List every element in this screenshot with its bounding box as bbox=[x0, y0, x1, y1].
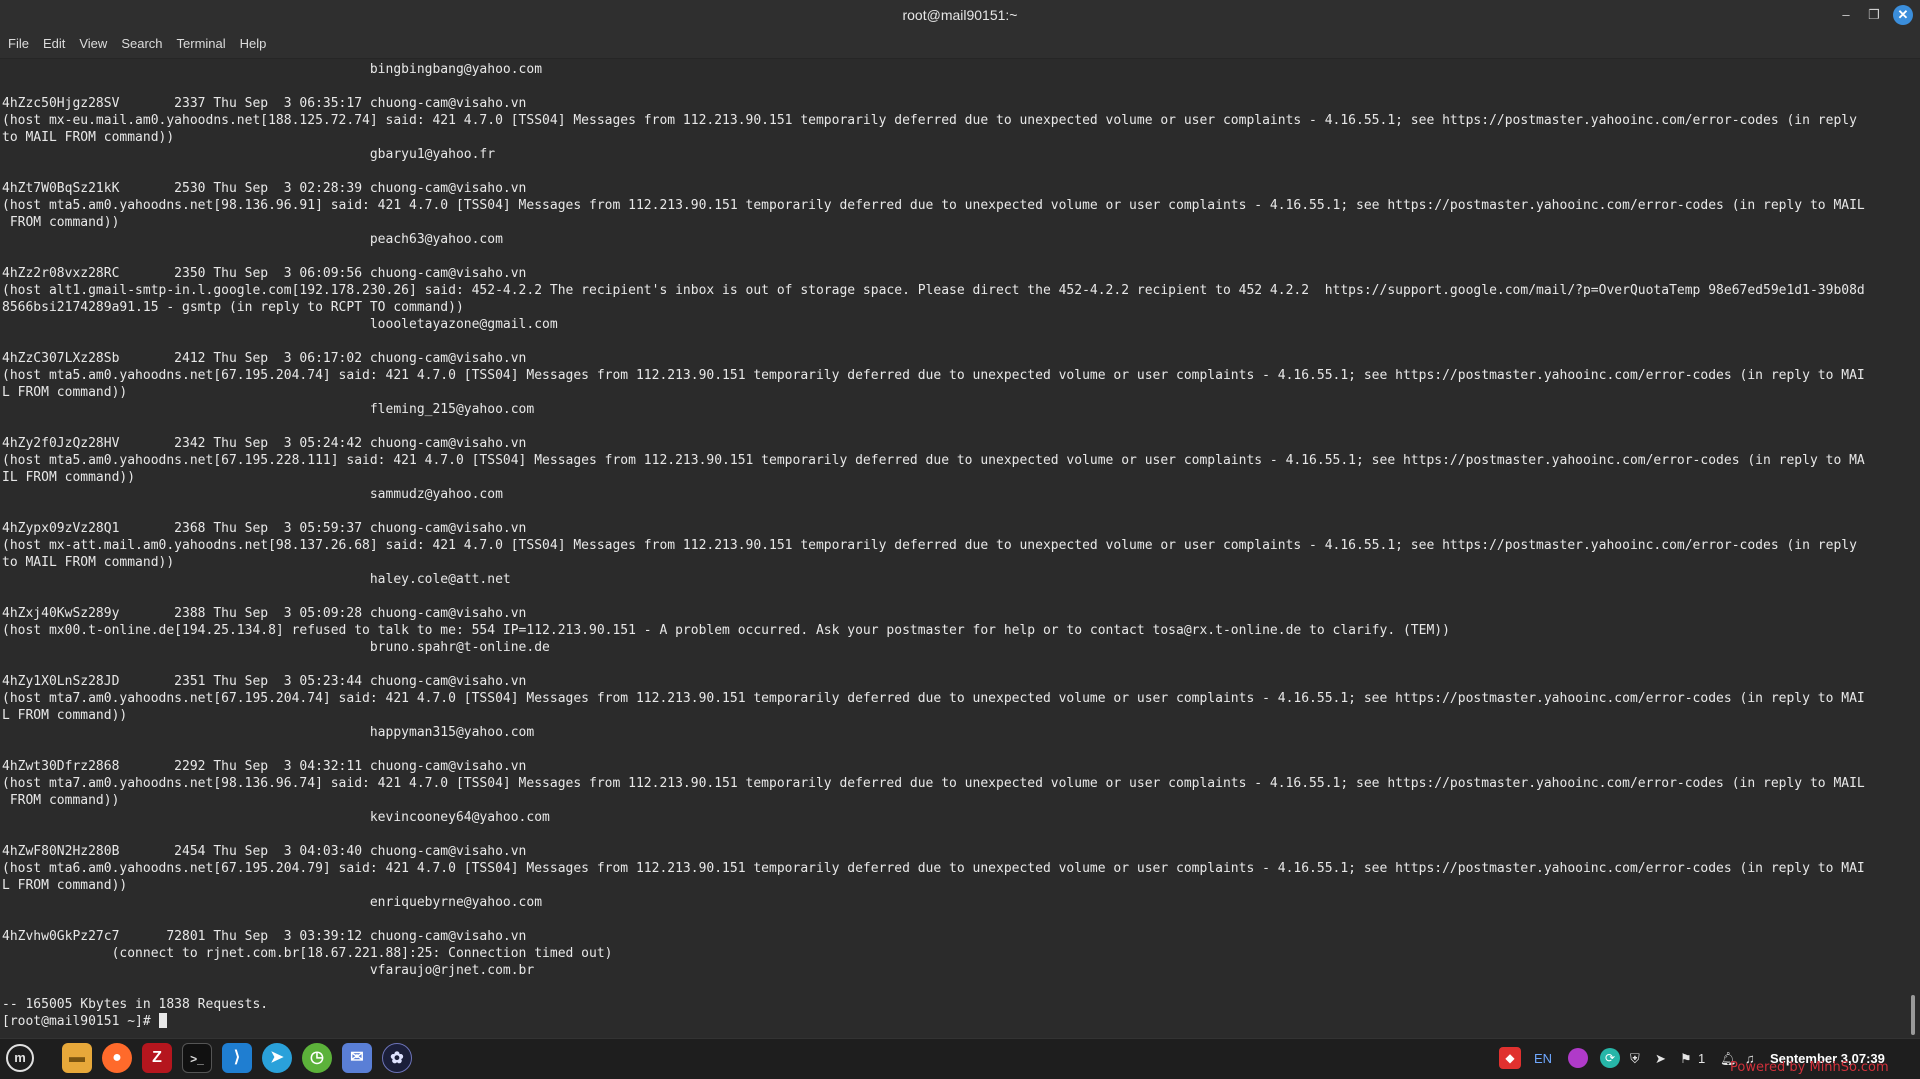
terminal-line: (host mta6.am0.yahoodns.net[67.195.204.7… bbox=[2, 861, 1865, 876]
terminal-lines: bingbingbang@yahoo.com 4hZzc50Hjgz28SV 23… bbox=[2, 61, 1865, 1030]
terminal-line: 8566bsi2174289a91.15 - gsmtp (in reply t… bbox=[2, 300, 464, 315]
terminal-line: (host mta7.am0.yahoodns.net[67.195.204.7… bbox=[2, 691, 1865, 706]
terminal-line: haley.cole@att.net bbox=[2, 572, 511, 587]
prompt-line[interactable]: [root@mail90151 ~]# bbox=[2, 1013, 1865, 1030]
chatgpt-icon[interactable]: ✿ bbox=[382, 1043, 412, 1073]
terminal-line: (host mta5.am0.yahoodns.net[67.195.228.1… bbox=[2, 453, 1865, 468]
terminal-line: bruno.spahr@t-online.de bbox=[2, 640, 550, 655]
terminal-line: 4hZxj40KwSz289y 2388 Thu Sep 3 05:09:28 … bbox=[2, 606, 527, 621]
terminal-line: (host mta5.am0.yahoodns.net[67.195.204.7… bbox=[2, 368, 1865, 383]
close-button[interactable]: ✕ bbox=[1893, 5, 1913, 25]
terminal-line: 4hZzC307LXz28Sb 2412 Thu Sep 3 06:17:02 … bbox=[2, 351, 527, 366]
terminal-line: to MAIL FROM command)) bbox=[2, 555, 175, 570]
menu-file[interactable]: File bbox=[1, 30, 36, 58]
terminal-icon[interactable]: >_ bbox=[182, 1043, 212, 1073]
terminal-line: enriquebyrne@yahoo.com bbox=[2, 895, 543, 910]
minimize-button[interactable]: – bbox=[1836, 5, 1856, 25]
network-icon[interactable]: ⚑ bbox=[1680, 1051, 1692, 1067]
menu-terminal[interactable]: Terminal bbox=[170, 30, 233, 58]
terminal-line: (host mta7.am0.yahoodns.net[98.136.96.74… bbox=[2, 776, 1865, 791]
watermark: Powered by MinhSo.com bbox=[1730, 1060, 1889, 1075]
shell-prompt: [root@mail90151 ~]# bbox=[2, 1014, 159, 1029]
terminal-line: 4hZt7W0BqSz21kK 2530 Thu Sep 3 02:28:39 … bbox=[2, 181, 527, 196]
terminal-scrollbar[interactable] bbox=[1911, 995, 1915, 1035]
terminal-line: 4hZz2r08vxz28RC 2350 Thu Sep 3 06:09:56 … bbox=[2, 266, 527, 281]
terminal-output[interactable]: bingbingbang@yahoo.com 4hZzc50Hjgz28SV 23… bbox=[0, 60, 1910, 1036]
terminal-line: 4hZy1X0LnSz28JD 2351 Thu Sep 3 05:23:44 … bbox=[2, 674, 527, 689]
files-icon[interactable]: ▬ bbox=[62, 1043, 92, 1073]
terminal-line: loooletayazone@gmail.com bbox=[2, 317, 558, 332]
terminal-line: 4hZvhw0GkPz27c7 72801 Thu Sep 3 03:39:12… bbox=[2, 929, 527, 944]
terminal-line: sammudz@yahoo.com bbox=[2, 487, 503, 502]
terminal-line: peach63@yahoo.com bbox=[2, 232, 503, 247]
terminal-line: fleming_215@yahoo.com bbox=[2, 402, 535, 417]
window-titlebar[interactable]: root@mail90151:~ – ❐ ✕ bbox=[0, 0, 1920, 30]
menu-search[interactable]: Search bbox=[114, 30, 169, 58]
terminal-line: 4hZypx09zVz28Q1 2368 Thu Sep 3 05:59:37 … bbox=[2, 521, 527, 536]
terminal-line: 4hZzc50Hjgz28SV 2337 Thu Sep 3 06:35:17 … bbox=[2, 96, 527, 111]
taskbar: m ▬ ● Z >_ ⟩ ➤ ◷ ✉ ✿ ◆ EN ⟳ ⛨ ➤ ⚑ 1 🔔︎ ♫… bbox=[0, 1038, 1920, 1079]
terminal-line: 4hZwt30Dfrz2868 2292 Thu Sep 3 04:32:11 … bbox=[2, 759, 527, 774]
terminal-line: vfaraujo@rjnet.com.br bbox=[2, 963, 535, 978]
vscode-icon[interactable]: ⟩ bbox=[222, 1043, 252, 1073]
notification-count: 1 bbox=[1698, 1051, 1706, 1066]
text-cursor bbox=[158, 1013, 167, 1028]
menu-help[interactable]: Help bbox=[233, 30, 274, 58]
anydesk-tray-icon[interactable]: ◆ bbox=[1499, 1047, 1521, 1069]
terminal-line: 4hZwF80N2Hz280B 2454 Thu Sep 3 04:03:40 … bbox=[2, 844, 527, 859]
terminal-line: (host alt1.gmail-smtp-in.l.google.com[19… bbox=[2, 283, 1865, 298]
terminal-line: kevincooney64@yahoo.com bbox=[2, 810, 550, 825]
terminal-line: L FROM command)) bbox=[2, 385, 128, 400]
terminal-line: happyman315@yahoo.com bbox=[2, 725, 535, 740]
mint-menu-icon[interactable]: m bbox=[6, 1044, 34, 1072]
shield-icon[interactable]: ⛨ bbox=[1630, 1051, 1640, 1067]
terminal-line: (host mx00.t-online.de[194.25.134.8] ref… bbox=[2, 623, 1450, 638]
maximize-button[interactable]: ❐ bbox=[1864, 5, 1884, 25]
terminal-line: gbaryu1@yahoo.fr bbox=[2, 147, 496, 162]
sync-tray-icon[interactable]: ⟳ bbox=[1600, 1048, 1620, 1068]
window-title: root@mail90151:~ bbox=[902, 7, 1018, 23]
telegram-tray-icon[interactable]: ➤ bbox=[1655, 1051, 1666, 1067]
keyboard-layout[interactable]: EN bbox=[1534, 1051, 1552, 1066]
terminal-line: L FROM command)) bbox=[2, 708, 128, 723]
terminal-line: 4hZy2f0JzQz28HV 2342 Thu Sep 3 05:24:42 … bbox=[2, 436, 527, 451]
menu-view[interactable]: View bbox=[72, 30, 114, 58]
terminal-line: (host mx-att.mail.am0.yahoodns.net[98.13… bbox=[2, 538, 1857, 553]
greenshot-icon[interactable]: ◷ bbox=[302, 1043, 332, 1073]
terminal-line: L FROM command)) bbox=[2, 878, 128, 893]
terminal-line: (host mta5.am0.yahoodns.net[98.136.96.91… bbox=[2, 198, 1865, 213]
terminal-line: FROM command)) bbox=[2, 793, 120, 808]
terminal-line: to MAIL FROM command)) bbox=[2, 130, 175, 145]
mail-icon[interactable]: ✉ bbox=[342, 1043, 372, 1073]
menu-bar: File Edit View Search Terminal Help bbox=[0, 30, 1920, 59]
terminal-line: FROM command)) bbox=[2, 215, 120, 230]
terminal-line: IL FROM command)) bbox=[2, 470, 136, 485]
menu-edit[interactable]: Edit bbox=[36, 30, 72, 58]
terminal-line: -- 165005 Kbytes in 1838 Requests. bbox=[2, 997, 269, 1012]
firefox-icon[interactable]: ● bbox=[102, 1043, 132, 1073]
telegram-icon[interactable]: ➤ bbox=[262, 1043, 292, 1073]
terminal-line: bingbingbang@yahoo.com bbox=[2, 62, 543, 77]
filezilla-icon[interactable]: Z bbox=[142, 1043, 172, 1073]
terminal-line: (host mx-eu.mail.am0.yahoodns.net[188.12… bbox=[2, 113, 1857, 128]
color-picker-tray-icon[interactable] bbox=[1568, 1048, 1588, 1068]
terminal-line: (connect to rjnet.com.br[18.67.221.88]:2… bbox=[2, 946, 613, 961]
